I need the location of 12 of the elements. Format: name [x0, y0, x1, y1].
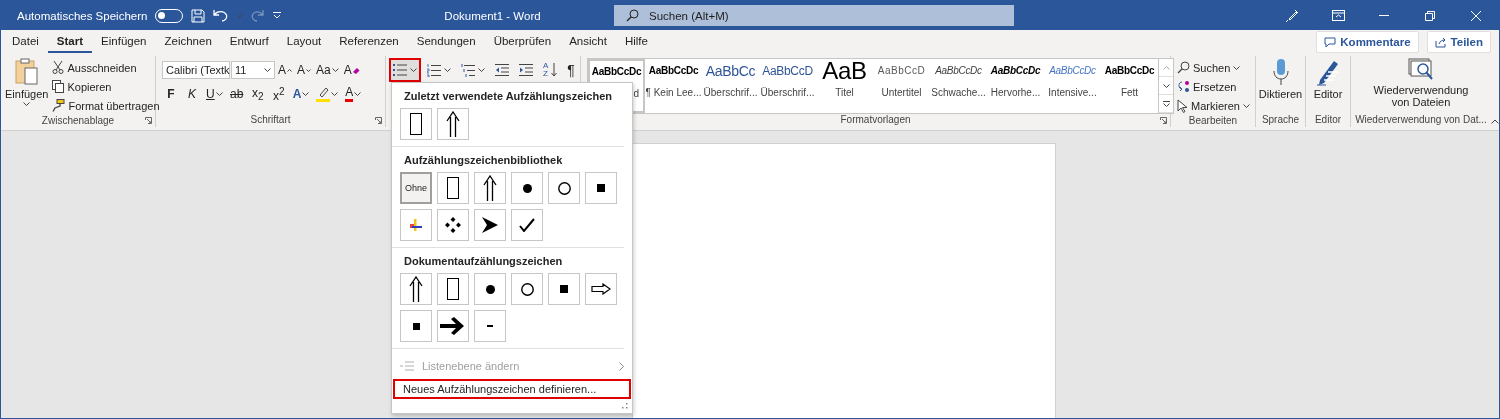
window-title: Dokument1 - Word [443, 9, 542, 22]
autosave-label: Automatisches Speichern [17, 9, 148, 22]
group-label: Zwischenablage [41, 115, 115, 127]
section-heading: Dokumentaufzählungszeichen [403, 254, 564, 269]
group-label: Sprache [1261, 114, 1300, 127]
group-label: Editor [1314, 114, 1342, 127]
group-label: Formatvorlagen [840, 114, 911, 127]
group-label: Wiederverwendung von Dat... [1355, 114, 1487, 127]
group-label: Schriftart [250, 114, 291, 127]
section-heading: Aufzählungszeichenbibliothek [403, 153, 564, 168]
group-label: Bearbeiten [1188, 115, 1238, 127]
section-heading: Zuletzt verwendete Aufzählungszeichen [403, 89, 613, 104]
